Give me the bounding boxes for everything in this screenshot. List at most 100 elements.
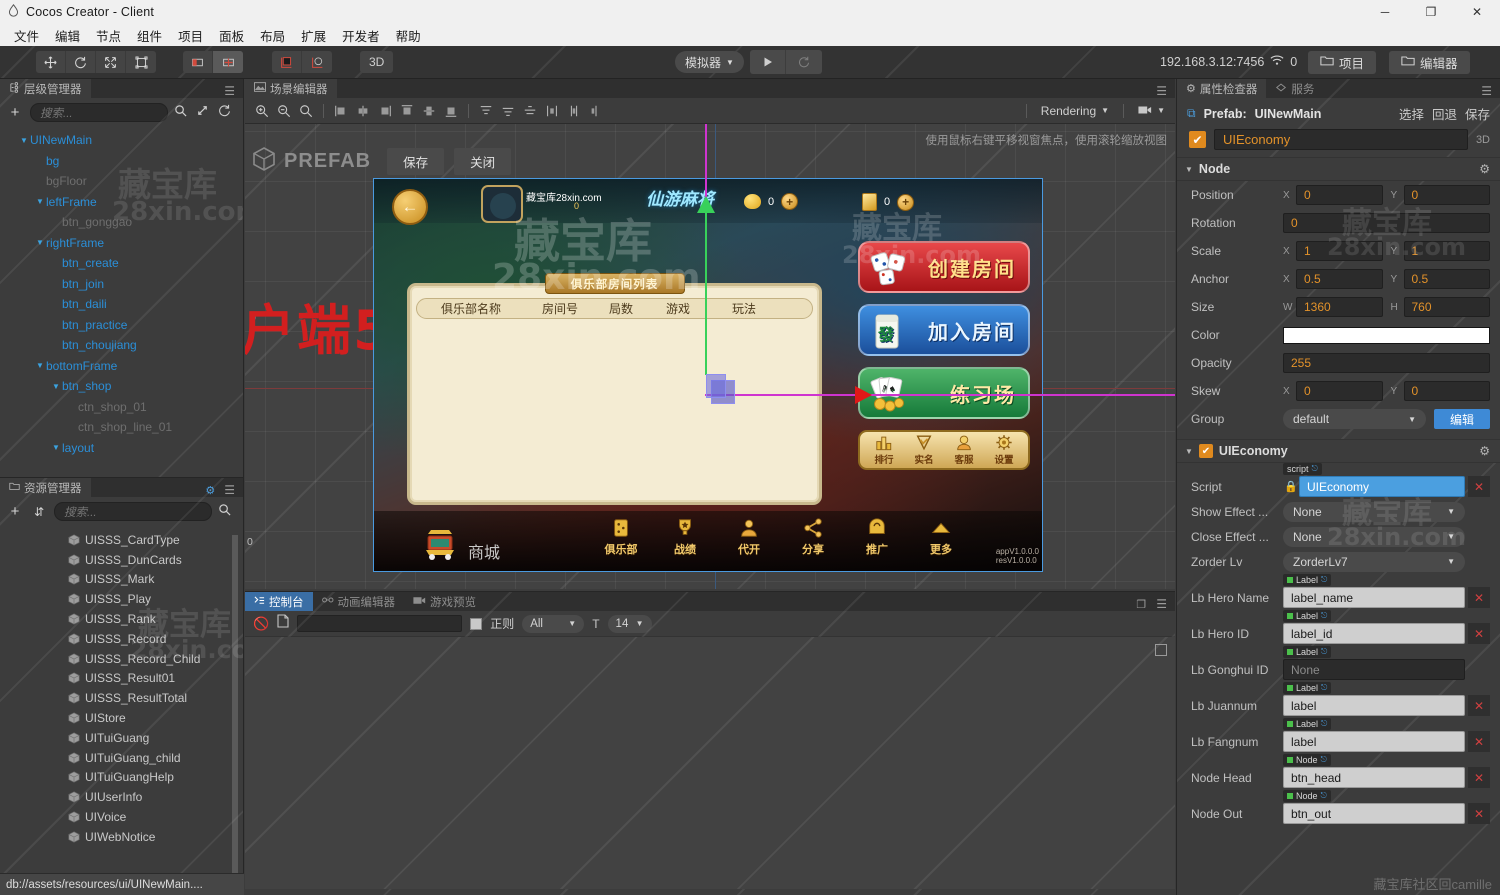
- hierarchy-node-bottomFrame[interactable]: ▼ bottomFrame: [0, 356, 243, 377]
- small-button-设置[interactable]: 设置: [994, 434, 1014, 466]
- asset-item-UISSS_Record_Child[interactable]: UISSS_Record_Child: [0, 649, 243, 669]
- component-property-reference[interactable]: label: [1283, 695, 1465, 716]
- component-property-select[interactable]: None ▼: [1283, 526, 1465, 547]
- small-button-实名[interactable]: 实名: [914, 434, 934, 466]
- prefab-save-button-ins[interactable]: 保存: [1465, 104, 1490, 123]
- open-link-icon[interactable]: ⎋: [1321, 719, 1327, 729]
- log-level-select[interactable]: All ▼: [522, 614, 585, 633]
- hierarchy-node-btn_join[interactable]: btn_join: [0, 274, 243, 295]
- anchor-y-input[interactable]: 0.5: [1403, 269, 1490, 289]
- console-menu-icon[interactable]: ☰: [1156, 597, 1167, 611]
- spacing-c-icon[interactable]: [585, 100, 607, 122]
- hierarchy-node-bg[interactable]: bg: [0, 151, 243, 172]
- small-button-客服[interactable]: 客服: [954, 434, 974, 466]
- console-output[interactable]: [245, 637, 1175, 889]
- create-room-button[interactable]: 创建房间: [858, 241, 1030, 293]
- group-edit-button[interactable]: 编辑: [1434, 409, 1490, 429]
- scene-menu-icon[interactable]: ☰: [1148, 84, 1175, 98]
- tab-assets[interactable]: 资源管理器: [0, 478, 91, 497]
- align-middle-icon[interactable]: [418, 100, 440, 122]
- hierarchy-node-ctn_shop_line_01[interactable]: ctn_shop_line_01: [0, 417, 243, 438]
- hierarchy-node-bgFloor[interactable]: bgFloor: [0, 171, 243, 192]
- component-property-select[interactable]: None ▼: [1283, 501, 1465, 522]
- minimize-button[interactable]: ─: [1362, 0, 1408, 24]
- coord-local-icon[interactable]: [272, 51, 302, 73]
- asset-item-UIWebNotice[interactable]: UIWebNotice: [0, 827, 243, 847]
- clear-reference-button[interactable]: ✕: [1468, 731, 1490, 752]
- bottom-nav-分享[interactable]: 分享: [781, 517, 845, 557]
- rotate-tool-icon[interactable]: [66, 51, 96, 73]
- bottom-nav-更多[interactable]: 更多: [909, 517, 973, 557]
- component-property-reference[interactable]: label_id: [1283, 623, 1465, 644]
- move-tool-icon[interactable]: [36, 51, 66, 73]
- node-section-header[interactable]: ▼ Node ⚙: [1177, 157, 1500, 181]
- console-expand-icon[interactable]: [1155, 644, 1167, 656]
- size-h-input[interactable]: 760: [1403, 297, 1490, 317]
- skew-x-input[interactable]: 0: [1296, 381, 1383, 401]
- open-link-icon[interactable]: ⎋: [1321, 575, 1327, 585]
- chevron-down-icon[interactable]: ▼: [50, 382, 62, 391]
- asset-item-UISSS_DunCards[interactable]: UISSS_DunCards: [0, 550, 243, 570]
- coord-global-icon[interactable]: [302, 51, 332, 73]
- align-center-h-icon[interactable]: [352, 100, 374, 122]
- zoom-in-icon[interactable]: [251, 100, 273, 122]
- tab-animation-editor[interactable]: 动画编辑器: [312, 592, 404, 611]
- component-section-header[interactable]: ▼ ✔ UIEconomy ⚙: [1177, 439, 1500, 463]
- asset-item-UISSS_Record[interactable]: UISSS_Record: [0, 629, 243, 649]
- open-link-icon[interactable]: ⎋: [1321, 611, 1327, 621]
- distribute-h-icon[interactable]: [475, 100, 497, 122]
- component-property-reference[interactable]: label_name: [1283, 587, 1465, 608]
- editor-button[interactable]: 编辑器: [1389, 50, 1470, 74]
- distribute-c-icon[interactable]: [519, 100, 541, 122]
- hierarchy-node-btn_choujiang[interactable]: btn_choujiang: [0, 335, 243, 356]
- clear-reference-button[interactable]: ✕: [1468, 695, 1490, 716]
- component-property-reference[interactable]: None: [1283, 659, 1465, 680]
- hierarchy-node-btn_practice[interactable]: btn_practice: [0, 315, 243, 336]
- camera-dropdown[interactable]: ▼: [1138, 104, 1165, 118]
- tab-services[interactable]: 服务: [1266, 79, 1324, 98]
- prefab-close-button[interactable]: 关闭: [454, 148, 512, 175]
- export-log-icon[interactable]: [277, 614, 289, 633]
- play-button[interactable]: [750, 50, 786, 74]
- avatar[interactable]: [481, 185, 523, 223]
- add-asset-button[interactable]: +: [6, 503, 24, 520]
- asset-item-UISSS_ResultTotal[interactable]: UISSS_ResultTotal: [0, 688, 243, 708]
- assets-settings-icon[interactable]: ⚙: [205, 484, 215, 497]
- hierarchy-node-ctn_shop_01[interactable]: ctn_shop_01: [0, 397, 243, 418]
- zoom-out-icon[interactable]: [273, 100, 295, 122]
- console-split-icon[interactable]: ❐: [1136, 598, 1146, 611]
- inspector-content[interactable]: 藏宝库 28xin.com 藏宝库 28xin.com ⧉ Prefab: UI…: [1177, 98, 1500, 895]
- menu-node[interactable]: 节点: [88, 24, 129, 47]
- prefab-revert-button[interactable]: 回退: [1432, 104, 1457, 123]
- clear-reference-button[interactable]: ✕: [1468, 803, 1490, 824]
- open-link-icon[interactable]: ⎋: [1321, 683, 1327, 693]
- menu-developer[interactable]: 开发者: [334, 24, 388, 47]
- practice-button[interactable]: A ♠ 练习场: [858, 367, 1030, 419]
- bottom-nav-俱乐部[interactable]: 俱乐部: [589, 517, 653, 557]
- bottom-nav-代开[interactable]: 代开: [717, 517, 781, 557]
- component-property-reference[interactable]: btn_out: [1283, 803, 1465, 824]
- menu-component[interactable]: 组件: [129, 24, 170, 47]
- menu-project[interactable]: 项目: [170, 24, 211, 47]
- opacity-input[interactable]: 255: [1283, 353, 1490, 373]
- clear-console-icon[interactable]: 🚫: [253, 616, 269, 632]
- asset-item-UISSS_Play[interactable]: UISSS_Play: [0, 589, 243, 609]
- add-card-button[interactable]: +: [897, 193, 915, 211]
- hierarchy-node-layout[interactable]: ▼ layout: [0, 438, 243, 459]
- position-x-input[interactable]: 0: [1296, 185, 1383, 205]
- color-swatch[interactable]: [1283, 326, 1490, 344]
- menu-help[interactable]: 帮助: [388, 24, 429, 47]
- component-property-reference[interactable]: UIEconomy: [1299, 476, 1465, 497]
- clear-reference-button[interactable]: ✕: [1468, 623, 1490, 644]
- font-size-select[interactable]: 14 ▼: [607, 614, 652, 633]
- expand-icon[interactable]: [196, 104, 209, 122]
- asset-item-UISSS_Result01[interactable]: UISSS_Result01: [0, 669, 243, 689]
- refresh-button[interactable]: [786, 50, 822, 74]
- chevron-down-icon[interactable]: ▼: [34, 361, 46, 370]
- anchor-x-input[interactable]: 0.5: [1296, 269, 1383, 289]
- align-bottom-icon[interactable]: [440, 100, 462, 122]
- hierarchy-tree[interactable]: 藏宝库 28xin.com ▼UINewMainbgbgFloor▼leftFr…: [0, 128, 243, 480]
- hierarchy-node-rightFrame[interactable]: ▼ rightFrame: [0, 233, 243, 254]
- tab-game-preview[interactable]: 游戏预览: [404, 592, 485, 611]
- position-y-input[interactable]: 0: [1403, 185, 1490, 205]
